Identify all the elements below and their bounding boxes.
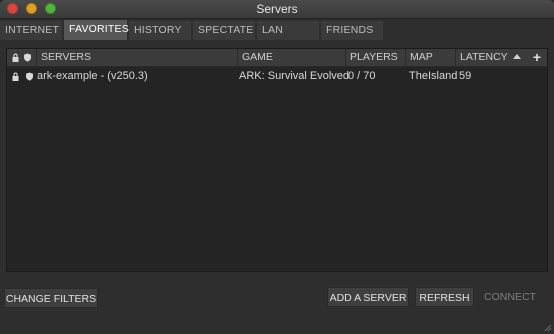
resize-grip-icon[interactable] bbox=[542, 322, 552, 332]
servers-window: Servers INTERNET FAVORITES HISTORY SPECT… bbox=[0, 0, 554, 334]
sort-ascending-icon bbox=[512, 54, 521, 59]
add-server-button[interactable]: ADD A SERVER bbox=[327, 287, 409, 307]
anticheat-shield-icon[interactable] bbox=[23, 53, 32, 62]
server-list-panel: SERVERS GAME PLAYERS MAP LATENCY + ark-e… bbox=[6, 48, 548, 272]
column-header-servers[interactable]: SERVERS bbox=[36, 49, 237, 66]
add-column-button[interactable]: + bbox=[529, 49, 545, 66]
tab-favorites[interactable]: FAVORITES bbox=[64, 20, 129, 40]
refresh-button[interactable]: REFRESH bbox=[415, 287, 474, 307]
connect-button[interactable]: CONNECT bbox=[480, 287, 540, 307]
server-latency: 59 bbox=[459, 70, 472, 82]
table-row[interactable]: ark-example - (v250.3) ARK: Survival Evo… bbox=[7, 68, 547, 85]
server-map: TheIsland bbox=[409, 70, 458, 82]
tab-lan[interactable]: LAN bbox=[257, 21, 319, 40]
column-header-map[interactable]: MAP bbox=[405, 49, 455, 66]
column-header-latency-label: LATENCY bbox=[460, 51, 508, 63]
server-name: ark-example - (v250.3) bbox=[37, 70, 148, 82]
column-header-players[interactable]: PLAYERS bbox=[345, 49, 405, 66]
server-players: 0 / 70 bbox=[348, 70, 376, 82]
tab-internet[interactable]: INTERNET bbox=[0, 21, 62, 40]
server-game: ARK: Survival Evolved bbox=[239, 70, 350, 82]
tab-bar: INTERNET FAVORITES HISTORY SPECTATE LAN … bbox=[0, 20, 554, 40]
tab-history[interactable]: HISTORY bbox=[129, 21, 191, 40]
window-title: Servers bbox=[256, 2, 298, 16]
tab-spectate[interactable]: SPECTATE bbox=[193, 21, 255, 40]
server-list-header: SERVERS GAME PLAYERS MAP LATENCY + bbox=[7, 49, 547, 67]
column-header-latency[interactable]: LATENCY bbox=[455, 49, 529, 66]
anticheat-shield-icon bbox=[26, 72, 33, 81]
password-lock-icon[interactable] bbox=[11, 53, 20, 62]
title-bar[interactable]: Servers bbox=[0, 0, 554, 19]
password-lock-icon bbox=[12, 72, 19, 81]
change-filters-button[interactable]: CHANGE FILTERS bbox=[4, 288, 98, 308]
tab-friends[interactable]: FRIENDS bbox=[321, 21, 383, 40]
column-header-game[interactable]: GAME bbox=[237, 49, 345, 66]
